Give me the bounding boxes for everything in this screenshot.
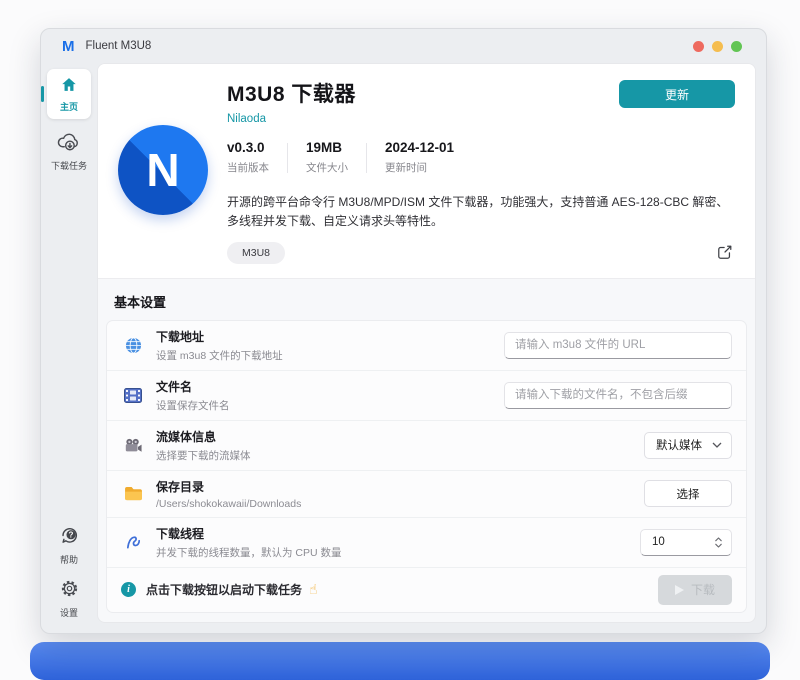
share-icon: [717, 244, 733, 263]
home-icon: [60, 76, 78, 98]
sidebar-item-settings[interactable]: 设置: [60, 579, 79, 619]
tag-m3u8: M3U8: [227, 242, 285, 264]
globe-icon: [121, 337, 145, 354]
app-info-card: N M3U8 下载器 更新 Nilaoda v0.3.0 当前版本: [98, 64, 755, 279]
update-button[interactable]: 更新: [619, 80, 735, 108]
app-logo-icon: M: [62, 38, 74, 55]
app-description: 开源的跨平台命令行 M3U8/MPD/ISM 文件下载器，功能强大，支持普通 A…: [227, 193, 735, 231]
app-big-logo: N: [118, 125, 208, 215]
hint-text: 点击下载按钮以启动下载任务: [146, 581, 302, 598]
setting-title: 文件名: [156, 378, 230, 395]
background-window-strip: [30, 642, 770, 680]
download-url-input[interactable]: [504, 332, 732, 359]
media-select-value: 默认媒体: [656, 437, 702, 453]
zoom-button[interactable]: [731, 41, 742, 52]
footer-hint-row: i 点击下载按钮以启动下载任务 ☝ 下载: [107, 568, 746, 612]
setting-row-download-url: 下载地址 设置 m3u8 文件的下载地址: [107, 321, 746, 371]
page-title: M3U8 下载器: [227, 78, 356, 108]
svg-text:?: ?: [68, 531, 73, 540]
setting-row-filename: 文件名 设置保存文件名: [107, 371, 746, 421]
pointing-finger-icon: ☝: [309, 581, 318, 598]
sidebar-item-label: 帮助: [60, 553, 78, 566]
media-select[interactable]: 默认媒体: [644, 432, 732, 459]
setting-row-save-directory: 保存目录 /Users/shokokawaii/Downloads 选择: [107, 471, 746, 518]
sidebar: 主页 下载任务 ? 帮助 设置: [41, 63, 97, 633]
info-icon: i: [121, 582, 136, 597]
gear-icon: [60, 579, 79, 603]
setting-subtitle: 设置保存文件名: [156, 398, 230, 413]
share-button[interactable]: [715, 242, 735, 265]
setting-row-threads: 下载线程 并发下载的线程数量，默认为 CPU 数量: [107, 518, 746, 568]
setting-subtitle: 并发下载的线程数量，默认为 CPU 数量: [156, 545, 342, 560]
active-indicator: [41, 86, 44, 102]
cloud-download-icon: [57, 132, 80, 156]
choose-directory-button[interactable]: 选择: [644, 480, 732, 507]
help-icon: ?: [60, 526, 79, 550]
settings-card: 下载地址 设置 m3u8 文件的下载地址 文件名 设置保存文件名: [106, 320, 747, 613]
film-icon: [121, 388, 145, 403]
stat-filesize: 19MB 文件大小: [288, 140, 366, 175]
thread-count-stepper[interactable]: [640, 529, 732, 556]
setting-title: 下载地址: [156, 328, 283, 345]
thread-count-input[interactable]: [643, 536, 693, 548]
sidebar-item-home[interactable]: 主页: [47, 69, 91, 119]
close-button[interactable]: [693, 41, 704, 52]
chevron-down-icon: [712, 439, 722, 451]
minimize-button[interactable]: [712, 41, 723, 52]
sidebar-item-label: 下载任务: [51, 159, 87, 172]
main-panel: N M3U8 下载器 更新 Nilaoda v0.3.0 当前版本: [97, 63, 756, 623]
folder-icon: [121, 486, 145, 501]
setting-title: 流媒体信息: [156, 428, 251, 445]
sidebar-item-label: 设置: [60, 606, 78, 619]
stat-updated: 2024-12-01 更新时间: [367, 140, 472, 175]
setting-subtitle: 设置 m3u8 文件的下载地址: [156, 348, 283, 363]
sidebar-item-download-tasks[interactable]: 下载任务: [51, 132, 87, 172]
setting-subtitle: 选择要下载的流媒体: [156, 448, 251, 463]
sidebar-item-label: 主页: [60, 100, 78, 113]
app-stats: v0.3.0 当前版本 19MB 文件大小 2024-12-01 更新时间: [227, 140, 735, 175]
save-path: /Users/shokokawaii/Downloads: [156, 498, 301, 510]
titlebar: M Fluent M3U8: [41, 29, 766, 63]
app-window: M Fluent M3U8 主页 下载任务: [40, 28, 767, 634]
setting-title: 下载线程: [156, 525, 342, 542]
section-title-basic-settings: 基本设置: [98, 279, 755, 320]
setting-title: 保存目录: [156, 478, 301, 495]
author-name: Nilaoda: [227, 113, 735, 125]
app-title: Fluent M3U8: [86, 40, 152, 52]
stepper-chevrons-icon[interactable]: [714, 536, 723, 549]
filename-input[interactable]: [504, 382, 732, 409]
setting-row-stream-info: 流媒体信息 选择要下载的流媒体 默认媒体: [107, 421, 746, 471]
window-controls: [693, 41, 742, 52]
stat-version: v0.3.0 当前版本: [227, 140, 287, 175]
movie-camera-icon: [121, 438, 145, 453]
play-icon: [675, 585, 684, 595]
sidebar-item-help[interactable]: ? 帮助: [60, 526, 79, 566]
thread-icon: [121, 534, 145, 551]
download-button[interactable]: 下载: [658, 575, 732, 605]
